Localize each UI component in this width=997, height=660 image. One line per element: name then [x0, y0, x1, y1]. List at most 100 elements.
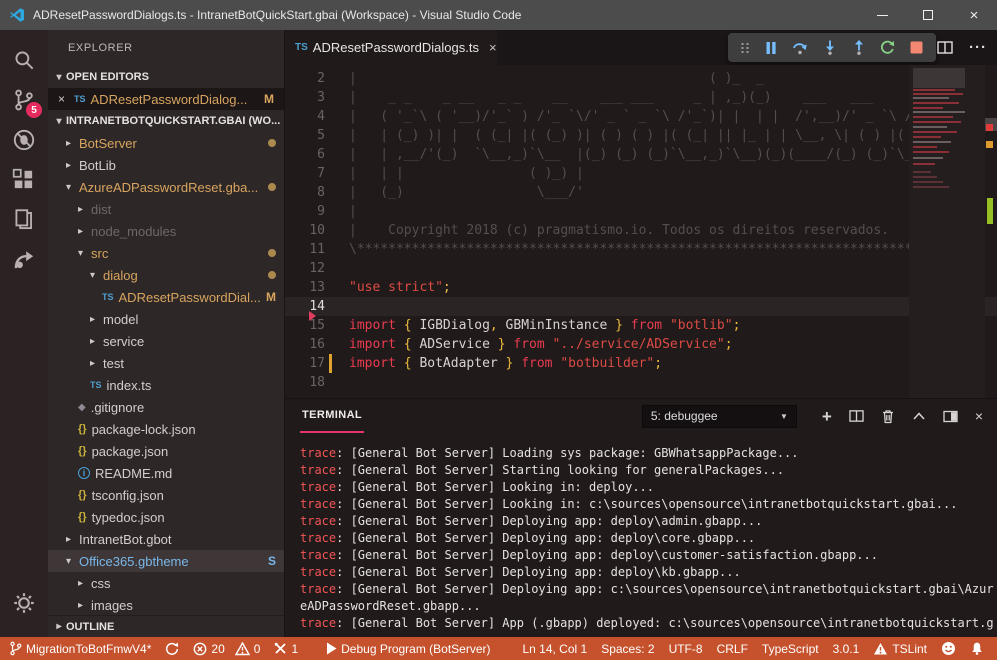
- ts-version-item[interactable]: 3.0.1: [826, 642, 867, 656]
- maximize-button[interactable]: [905, 0, 951, 30]
- notifications-bell-item[interactable]: [963, 641, 991, 656]
- code-line-15[interactable]: 15import { IGBDialog, GBMinInstance } fr…: [285, 316, 997, 335]
- tree-item-tsconfig-json[interactable]: {}tsconfig.json: [48, 484, 284, 506]
- line-number[interactable]: 18: [285, 373, 325, 392]
- code-line-2[interactable]: 2| ( )_ _: [285, 69, 997, 88]
- tree-item-model[interactable]: ▸model: [48, 308, 284, 330]
- code-line-14[interactable]: 14: [285, 297, 997, 316]
- code-line-13[interactable]: 13"use strict";: [285, 278, 997, 297]
- documents-icon[interactable]: [0, 200, 48, 240]
- line-number[interactable]: 4: [285, 107, 325, 126]
- panel-layout-icon[interactable]: [943, 410, 958, 423]
- line-number[interactable]: 7: [285, 164, 325, 183]
- tree-item-src[interactable]: ▾src: [48, 242, 284, 264]
- code-line-18[interactable]: 18: [285, 373, 997, 392]
- step-out-button[interactable]: [852, 40, 866, 55]
- line-number[interactable]: 14: [285, 297, 325, 316]
- language-mode-item[interactable]: TypeScript: [755, 642, 826, 656]
- tree-item-css[interactable]: ▸css: [48, 572, 284, 594]
- step-into-button[interactable]: [823, 40, 837, 55]
- settings-gear-icon[interactable]: [0, 583, 48, 623]
- code-line-17[interactable]: 17import { BotAdapter } from "botbuilder…: [285, 354, 997, 373]
- close-icon[interactable]: ×: [489, 40, 497, 55]
- debug-icon[interactable]: [0, 120, 48, 160]
- close-panel-icon[interactable]: ×: [975, 408, 983, 424]
- tree-item-azureadpasswordreset-gba-[interactable]: ▾AzureADPasswordReset.gba...: [48, 176, 284, 198]
- eol-item[interactable]: CRLF: [710, 642, 755, 656]
- tslint-item[interactable]: TSLint: [866, 642, 934, 656]
- debug-breakpoint-arrow-icon[interactable]: [309, 311, 316, 321]
- line-number[interactable]: 5: [285, 126, 325, 145]
- code-line-3[interactable]: 3| _ _ _ __ _ _ __ ___ ___ _ | ,_)(_) __…: [285, 88, 997, 107]
- restart-button[interactable]: [880, 40, 895, 55]
- line-number[interactable]: 13: [285, 278, 325, 297]
- source-control-icon[interactable]: 5: [0, 80, 48, 120]
- tree-item-office365-gbtheme[interactable]: ▾Office365.gbthemeS: [48, 550, 284, 572]
- line-number[interactable]: 8: [285, 183, 325, 202]
- tree-item-typedoc-json[interactable]: {}typedoc.json: [48, 506, 284, 528]
- debug-status-item[interactable]: Debug Program (BotServer): [319, 637, 497, 660]
- git-branch-item[interactable]: MigrationToBotFmwV4*: [0, 637, 158, 660]
- code-line-7[interactable]: 7| | | ( )_) |: [285, 164, 997, 183]
- open-editors-header[interactable]: ▾ OPEN EDITORS: [48, 66, 284, 88]
- tools-item[interactable]: 1: [267, 637, 305, 660]
- tree-item-node-modules[interactable]: ▸node_modules: [48, 220, 284, 242]
- sync-item[interactable]: [158, 637, 186, 660]
- code-line-9[interactable]: 9|: [285, 202, 997, 221]
- tree-item-botserver[interactable]: ▸BotServer: [48, 132, 284, 154]
- code-line-5[interactable]: 5| | (_) )| | ( (_| |( (_) )| ( ) ( ) |(…: [285, 126, 997, 145]
- line-number[interactable]: 12: [285, 259, 325, 278]
- kill-terminal-trash-icon[interactable]: [881, 409, 895, 424]
- line-number[interactable]: 15: [285, 316, 325, 335]
- split-editor-icon[interactable]: [937, 40, 953, 55]
- encoding-item[interactable]: UTF-8: [662, 642, 710, 656]
- line-number[interactable]: 10: [285, 221, 325, 240]
- line-number[interactable]: 16: [285, 335, 325, 354]
- minimize-button[interactable]: [859, 0, 905, 30]
- tree-item-dialog[interactable]: ▾dialog: [48, 264, 284, 286]
- tree-item-readme-md[interactable]: iREADME.md: [48, 462, 284, 484]
- tree-item-images[interactable]: ▸images: [48, 594, 284, 616]
- tree-item-adresetpassworddial-[interactable]: TSADResetPasswordDial...M: [48, 286, 284, 308]
- code-line-6[interactable]: 6| | ,__/'(_) `\__,_)`\__ |(_) (_) (_)`\…: [285, 145, 997, 164]
- workspace-section-header[interactable]: ▾ INTRANETBOTQUICKSTART.GBAI (WO...: [48, 110, 284, 132]
- code-line-10[interactable]: 10| Copyright 2018 (c) pragmatismo.io. T…: [285, 221, 997, 240]
- extensions-icon[interactable]: [0, 160, 48, 200]
- line-number[interactable]: 6: [285, 145, 325, 164]
- minimap[interactable]: [909, 65, 985, 398]
- share-icon[interactable]: [0, 240, 48, 280]
- code-line-12[interactable]: 12: [285, 259, 997, 278]
- line-number[interactable]: 3: [285, 88, 325, 107]
- tree-item-intranetbot-gbot[interactable]: ▸IntranetBot.gbot: [48, 528, 284, 550]
- terminal-output[interactable]: trace: [General Bot Server] Loading sys …: [285, 433, 997, 632]
- terminal-tab[interactable]: TERMINAL: [300, 399, 364, 433]
- tree-item-service[interactable]: ▸service: [48, 330, 284, 352]
- code-line-4[interactable]: 4| ( '_`\ ( '__)/'_` ) /'_ `\/' _ ` _ `\…: [285, 107, 997, 126]
- stop-button[interactable]: [910, 41, 923, 54]
- more-actions-icon[interactable]: ···: [969, 39, 987, 56]
- line-number[interactable]: 9: [285, 202, 325, 221]
- tree-item-package-lock-json[interactable]: {}package-lock.json: [48, 418, 284, 440]
- new-terminal-icon[interactable]: +: [822, 408, 832, 425]
- code-line-16[interactable]: 16import { ADService } from "../service/…: [285, 335, 997, 354]
- search-icon[interactable]: [0, 40, 48, 80]
- open-editor-item[interactable]: × TS ADResetPasswordDialog... M: [48, 88, 284, 110]
- cursor-position-item[interactable]: Ln 14, Col 1: [515, 642, 594, 656]
- line-number[interactable]: 11: [285, 240, 325, 259]
- outline-section-header[interactable]: ▸ OUTLINE: [48, 615, 284, 637]
- tree-item--gitignore[interactable]: ◆.gitignore: [48, 396, 284, 418]
- tree-item-package-json[interactable]: {}package.json: [48, 440, 284, 462]
- terminal-selector[interactable]: 5: debuggee ▼: [642, 405, 797, 428]
- code-line-11[interactable]: 11\*************************************…: [285, 240, 997, 259]
- problems-item[interactable]: 20 0: [186, 637, 267, 660]
- feedback-smiley-item[interactable]: [934, 641, 963, 656]
- close-icon[interactable]: ×: [58, 92, 74, 106]
- code-line-8[interactable]: 8| (_) \___/': [285, 183, 997, 202]
- tab-adresetpassworddialogs[interactable]: TS ADResetPasswordDialogs.ts ×: [285, 30, 497, 65]
- tree-item-test[interactable]: ▸test: [48, 352, 284, 374]
- line-number[interactable]: 2: [285, 69, 325, 88]
- code-editor[interactable]: 2| ( )_ _3| _ _ _ __ _ _ __ ___ ___ _ | …: [285, 65, 997, 398]
- overview-ruler[interactable]: [985, 65, 997, 398]
- pause-button[interactable]: [764, 41, 778, 55]
- tree-item-botlib[interactable]: ▸BotLib: [48, 154, 284, 176]
